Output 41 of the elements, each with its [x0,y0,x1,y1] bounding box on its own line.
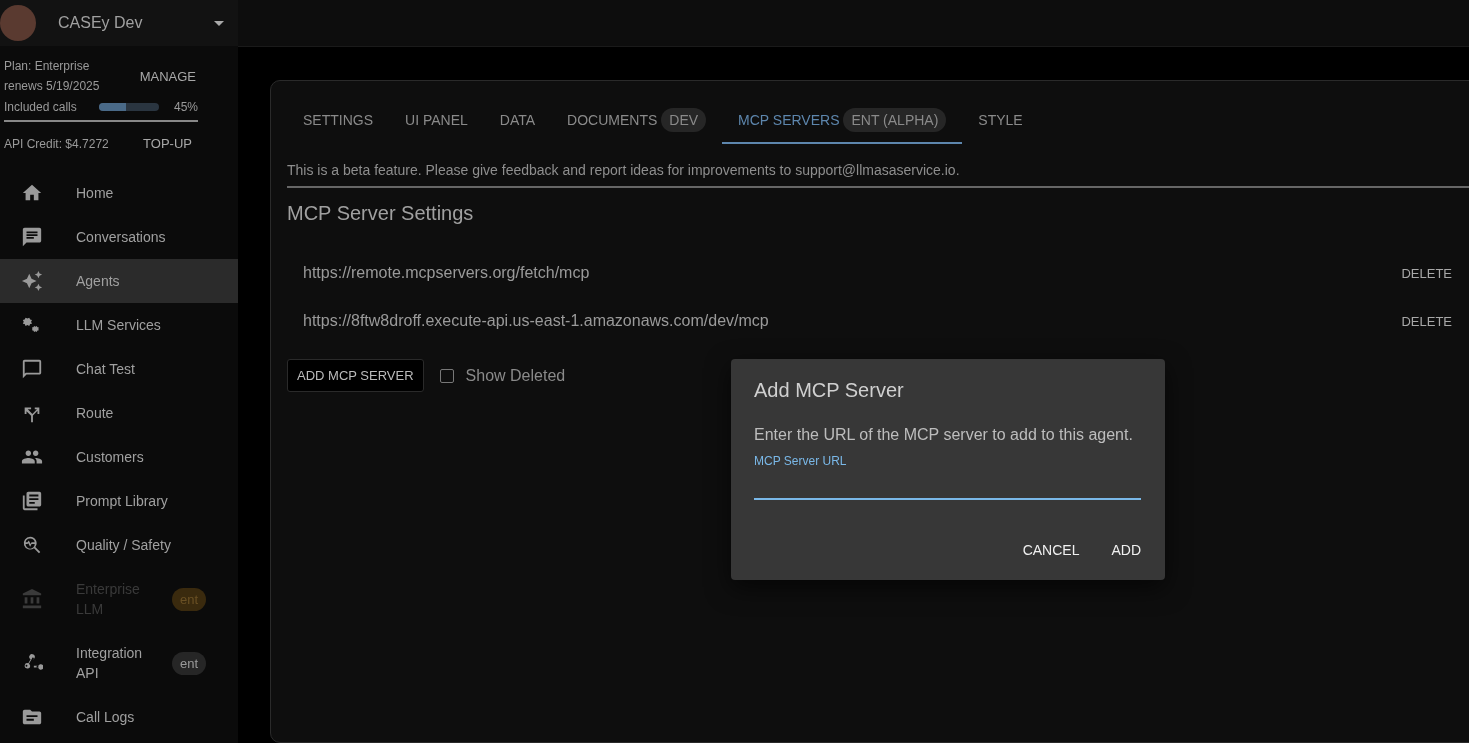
server-url: https://8ftw8droff.execute-api.us-east-1.amazonaws.com/dev/mcp [303,312,769,330]
usage-label: Included calls [4,100,77,114]
dialog-text: Enter the URL of the MCP server to add to this agent. [754,426,1134,444]
usage-percent: 45% [173,100,198,114]
sidebar-item[interactable]: Agents [0,259,238,303]
add-button[interactable]: ADD [1103,536,1149,564]
add-server-button[interactable]: ADD MCP SERVER [287,359,424,392]
sidebar-item[interactable]: Call Logs [0,695,238,739]
cancel-button[interactable]: CANCEL [1014,536,1088,564]
api-credit: API Credit: $4.7272 [4,136,109,151]
sidebar-item[interactable]: Conversations [0,215,238,259]
renewal-date: renews 5/19/2025 [4,78,100,94]
checkbox-label: Show Deleted [465,366,566,385]
tab-badge: ENT (ALPHA) [843,107,947,132]
tab[interactable]: STYLE [962,97,1039,144]
tab[interactable]: UI PANEL [389,97,484,144]
url-input-field[interactable]: MCP Server URL [754,454,1141,500]
dialog-title: Add MCP Server [754,379,905,402]
plan-name: Plan: Enterprise [4,58,91,74]
delete-button[interactable]: DELETE [1399,309,1454,333]
sidebar-item[interactable]: Route [0,391,238,435]
ent-badge: ent [171,651,206,675]
account-name: CASEy Dev [58,14,144,32]
beta-notice: This is a beta feature. Please give feedback and report ideas for improvements to support@llmasaservice.io. [287,144,1469,188]
sidebar-item[interactable]: Prompt Library [0,479,238,523]
section-heading: MCP Server Settings [287,202,475,225]
tab[interactable]: MCP SERVERS ENT (ALPHA) [722,97,963,144]
delete-button[interactable]: DELETE [1399,261,1454,285]
top-up-button[interactable]: TOP-UP [141,132,194,155]
manage-button[interactable]: MANAGE [137,64,198,88]
sidebar-item[interactable]: Quality / Safety [0,523,238,567]
tab[interactable]: SETTINGS [287,97,389,144]
tab[interactable]: DOCUMENTS DEV [551,97,723,144]
server-url: https://remote.mcpservers.org/fetch/mcp [303,264,590,282]
tab-badge: DEV [661,107,707,132]
sidebar-item[interactable]: Chat Test [0,347,238,391]
sidebar-item[interactable]: Integration API ent [0,631,238,695]
sidebar-item[interactable]: Home [0,171,238,215]
tab[interactable]: DATA [483,97,552,144]
sidebar-item[interactable]: LLM Services [0,303,238,347]
sidebar-item[interactable]: Customers [0,435,238,479]
